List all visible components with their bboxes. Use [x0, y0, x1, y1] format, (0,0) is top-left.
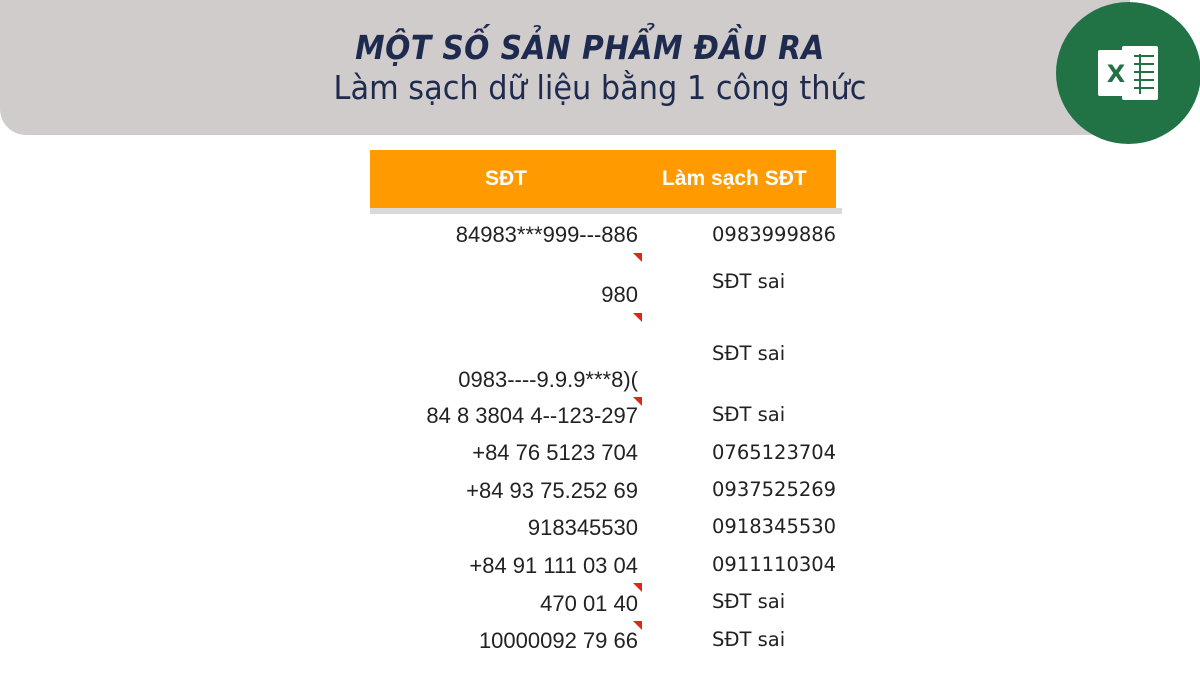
cell-clean-sdt: 0765123704 — [712, 441, 837, 464]
cell-raw-sdt: +84 93 75.252 69 — [466, 478, 638, 503]
table-header: SĐT Làm sạch SĐT — [370, 150, 836, 208]
excel-glyph-icon: X — [1098, 46, 1158, 100]
cell-clean-sdt: SĐT sai — [712, 590, 786, 613]
page-subtitle: Làm sạch dữ liệu bằng 1 công thức — [333, 68, 867, 107]
cell-raw-sdt: +84 91 111 03 04 — [469, 553, 638, 578]
column-header-sdt: SĐT — [485, 167, 527, 190]
cell-clean-sdt: SĐT sai — [712, 628, 786, 651]
comment-marker-icon — [633, 253, 642, 262]
page-title: MỘT SỐ SẢN PHẨM ĐẦU RA — [355, 28, 825, 67]
cell-raw-sdt: 918345530 — [527, 515, 638, 540]
cell-raw-sdt: 470 01 40 — [540, 591, 638, 616]
cell-clean-sdt: 0918345530 — [712, 515, 837, 538]
cell-clean-sdt: 0983999886 — [712, 223, 837, 246]
cell-clean-sdt: 0911110304 — [712, 553, 837, 576]
cell-raw-sdt: 84983***999---886 — [455, 222, 638, 247]
cell-raw-sdt: 0983----9.9.9***8)( — [458, 367, 638, 392]
cell-clean-sdt: 0937525269 — [712, 478, 837, 501]
column-header-clean-sdt: Làm sạch SĐT — [662, 167, 807, 190]
excel-logo-icon: X — [1056, 2, 1200, 144]
cell-raw-sdt: 980 — [601, 282, 638, 307]
svg-text:X: X — [1107, 60, 1126, 88]
comment-marker-icon — [633, 313, 642, 322]
cell-clean-sdt: SĐT sai — [712, 342, 786, 365]
cell-raw-sdt: 84 8 3804 4--123-297 — [426, 403, 638, 428]
cell-clean-sdt: SĐT sai — [712, 270, 786, 293]
cell-clean-sdt: SĐT sai — [712, 403, 786, 426]
cell-raw-sdt: 10000092 79 66 — [478, 628, 638, 653]
table-header-divider — [370, 208, 842, 214]
cell-raw-sdt: +84 76 5123 704 — [472, 440, 638, 465]
